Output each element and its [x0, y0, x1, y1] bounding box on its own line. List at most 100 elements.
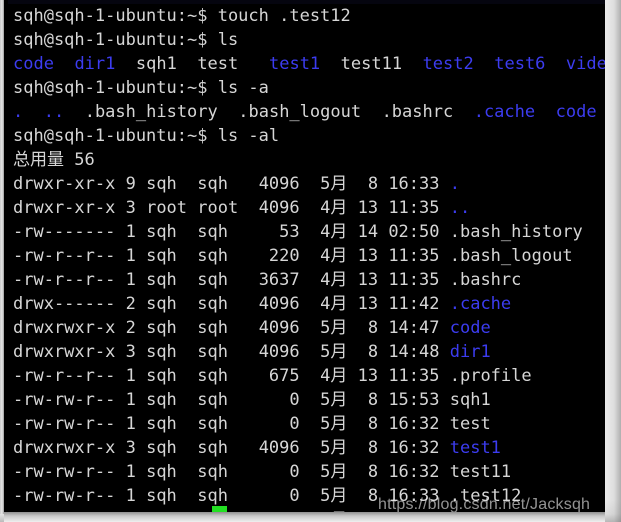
permissions-cell: drwx------ — [13, 294, 116, 314]
entry-gap — [535, 102, 555, 122]
size-cell: 4096 — [238, 438, 310, 458]
owner-cell: sqh — [146, 318, 188, 338]
entry-gap — [115, 54, 135, 74]
month-cell: 5月 — [309, 414, 358, 434]
month-cell: 4月 — [309, 270, 358, 290]
terminal-screen[interactable]: sqh@sqh-1-ubuntu:~$ touch .test12 sqh@sqh… — [13, 4, 605, 512]
owner-cell: sqh — [146, 174, 188, 194]
time-cell: 16:33 — [388, 174, 450, 194]
filename-cell: .profile — [449, 366, 532, 386]
link-count-cell: 2 — [115, 318, 147, 338]
file-entry: dir1 — [74, 54, 116, 74]
listing-row: -rw-r--r-- 1 sqh sqh 220 4月 13 11:35 .ba… — [13, 244, 605, 268]
group-cell: sqh — [187, 174, 239, 194]
group-cell: sqh — [187, 270, 239, 290]
day-cell: 8 — [357, 438, 389, 458]
file-entry: .bashrc — [381, 102, 454, 122]
command-line: sqh@sqh-1-ubuntu:~$ ls -al — [13, 124, 605, 148]
day-cell: 13 — [357, 198, 389, 218]
time-cell: 11:35 — [388, 366, 450, 386]
day-cell: 8 — [357, 390, 389, 410]
day-cell: 8 — [357, 414, 389, 434]
listing-row: drwxrwxr-x 3 sqh sqh 4096 5月 8 16:32 tes… — [13, 436, 605, 460]
file-entry: test11 — [340, 54, 403, 74]
command-text: ls — [217, 30, 239, 50]
entry-gap — [218, 102, 238, 122]
day-cell: 8 — [357, 486, 389, 506]
day-cell: 13 — [357, 270, 389, 290]
command-text: ls -al — [217, 126, 280, 146]
filename-cell: . — [449, 174, 460, 194]
day-cell: 13 — [357, 366, 389, 386]
total-size-line: 总用量 56 — [13, 148, 605, 172]
size-cell: 3637 — [238, 270, 310, 290]
month-cell: 5月 — [309, 438, 358, 458]
terminal-screenshot: sqh@sqh-1-ubuntu:~$ touch .test12 sqh@sqh… — [0, 0, 621, 522]
entry-gap — [545, 54, 565, 74]
link-count-cell: 1 — [115, 270, 147, 290]
link-count-cell: 1 — [115, 366, 147, 386]
file-entry: test2 — [422, 54, 474, 74]
command-line: sqh@sqh-1-ubuntu:~$ touch .test12 — [13, 4, 605, 28]
listing-row: -rw-rw-r-- 1 sqh sqh 0 5月 8 15:53 sqh1 — [13, 388, 605, 412]
permissions-cell: drwxrwxr-x — [13, 318, 116, 338]
file-entry: .. — [43, 102, 65, 122]
link-count-cell: 3 — [115, 198, 147, 218]
time-cell: 15:53 — [388, 390, 450, 410]
command-line: sqh@sqh-1-ubuntu:~$ ls -a — [13, 76, 605, 100]
listing-row: drwx------ 2 sqh sqh 4096 4月 13 11:42 .c… — [13, 292, 605, 316]
size-cell: 4096 — [238, 174, 310, 194]
group-cell: sqh — [187, 294, 239, 314]
file-entry: .bash_logout — [238, 102, 362, 122]
entry-gap — [54, 54, 74, 74]
day-cell: 8 — [357, 462, 389, 482]
time-cell: 11:35 — [388, 270, 450, 290]
total-size-text: 总用量 56 — [13, 150, 95, 170]
group-cell: sqh — [187, 342, 239, 362]
month-cell: 5月 — [309, 318, 358, 338]
listing-row: -rw-rw-r-- 1 sqh sqh 0 5月 8 16:32 test — [13, 412, 605, 436]
size-cell: 675 — [238, 366, 310, 386]
size-cell: 4096 — [238, 294, 310, 314]
shell-prompt: sqh@sqh-1-ubuntu:~$ — [13, 6, 218, 26]
entry-gap — [474, 54, 494, 74]
entry-gap — [23, 102, 43, 122]
filename-cell: sqh1 — [449, 390, 491, 410]
time-cell: 11:42 — [388, 294, 450, 314]
permissions-cell: drwxr-xr-x — [13, 174, 116, 194]
ls-a-output-line: . .. .bash_history .bash_logout .bashrc … — [13, 100, 605, 124]
entry-gap — [402, 54, 422, 74]
size-cell: 4096 — [238, 342, 310, 362]
day-cell: 8 — [357, 318, 389, 338]
day-cell: 8 — [357, 174, 389, 194]
terminal-window[interactable]: sqh@sqh-1-ubuntu:~$ touch .test12 sqh@sqh… — [4, 0, 605, 512]
permissions-cell: -rw-rw-r-- — [13, 414, 116, 434]
listing-row: drwxr-xr-x 9 sqh sqh 4096 5月 8 16:33 . — [13, 172, 605, 196]
group-cell: sqh — [187, 486, 239, 506]
entry-gap — [453, 102, 473, 122]
file-entry: test6 — [494, 54, 546, 74]
window-left-border — [0, 0, 4, 514]
listing-row: -rw------- 1 sqh sqh 53 4月 14 02:50 .bas… — [13, 220, 605, 244]
owner-cell: sqh — [146, 342, 188, 362]
owner-cell: sqh — [146, 366, 188, 386]
file-entry: code — [555, 102, 597, 122]
file-entry: video — [565, 54, 605, 74]
link-count-cell: 1 — [115, 486, 147, 506]
command-text: touch .test12 — [217, 6, 351, 26]
group-cell: sqh — [187, 246, 239, 266]
permissions-cell: -rw-r--r-- — [13, 246, 116, 266]
permissions-cell: -rw-r--r-- — [13, 270, 116, 290]
month-cell: 5月 — [309, 390, 358, 410]
time-cell: 11:35 — [388, 246, 450, 266]
permissions-cell: -rw-rw-r-- — [13, 462, 116, 482]
filename-cell: test1 — [449, 438, 501, 458]
permissions-cell: drwxrwxr-x — [13, 342, 116, 362]
shell-prompt: sqh@sqh-1-ubuntu:~$ — [13, 126, 218, 146]
time-cell: 11:35 — [388, 198, 450, 218]
file-entry: sqh1 — [135, 54, 177, 74]
link-count-cell: 3 — [115, 438, 147, 458]
time-cell: 14:48 — [388, 342, 450, 362]
owner-cell: sqh — [146, 390, 188, 410]
month-cell: 5月 — [309, 486, 358, 506]
